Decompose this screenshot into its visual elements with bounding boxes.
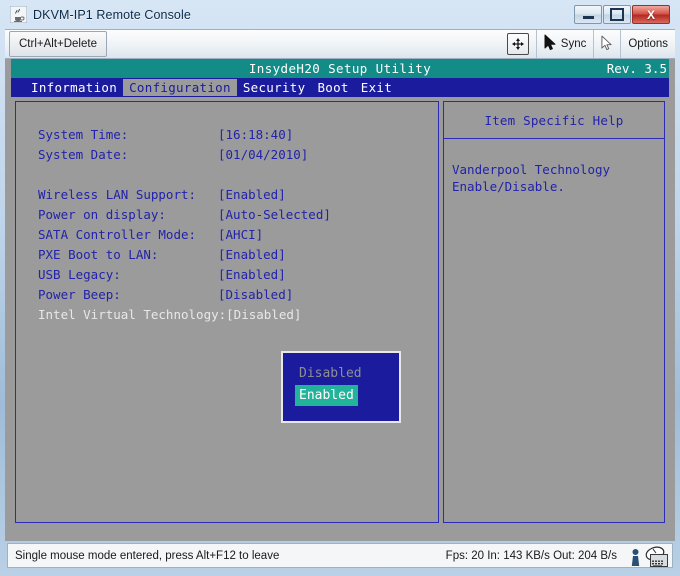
bios-menu-configuration[interactable]: Configuration <box>123 79 237 96</box>
table-row[interactable]: System Time:[16:18:40] <box>38 124 331 144</box>
mouse-pointer-icon <box>544 34 557 54</box>
minimize-button[interactable] <box>574 5 602 24</box>
title-bar: DKVM-IP1 Remote Console X <box>4 2 676 27</box>
options-pointer-icon-slot[interactable] <box>594 29 620 59</box>
status-icons <box>631 546 666 566</box>
setting-label: PXE Boot to LAN: <box>38 247 218 262</box>
window-controls: X <box>574 5 670 24</box>
bios-screen: InsydeH20 Setup Utility Rev. 3.5 Informa… <box>5 59 675 541</box>
bios-menu-bar: InformationConfigurationSecurityBootExit <box>11 78 669 97</box>
bios-menu-information[interactable]: Information <box>25 79 123 96</box>
ctrl-alt-delete-button[interactable]: Ctrl+Alt+Delete <box>9 31 107 57</box>
options-label: Options <box>628 38 668 50</box>
dropdown-option-disabled[interactable]: Disabled <box>295 363 366 384</box>
help-panel-title: Item Specific Help <box>444 102 664 139</box>
bios-revision: Rev. 3.5 <box>607 59 667 78</box>
table-row[interactable]: Intel Virtual Technology:[Disabled] <box>38 304 331 324</box>
setting-label: Power Beep: <box>38 287 218 302</box>
setting-value[interactable]: [Enabled] <box>218 267 286 282</box>
item-specific-help-panel: Item Specific Help Vanderpool Technology… <box>443 101 665 523</box>
keyboard-icon <box>650 554 668 567</box>
remote-console-window: DKVM-IP1 Remote Console X Ctrl+Alt+Delet… <box>0 0 680 576</box>
setting-label: System Time: <box>38 127 218 142</box>
sync-label: Sync <box>561 38 587 50</box>
dropdown-option-enabled[interactable]: Enabled <box>295 385 358 406</box>
setting-label: Wireless LAN Support: <box>38 187 218 202</box>
fit-to-screen-icon <box>507 33 529 55</box>
setting-value[interactable]: [16:18:40] <box>218 127 293 142</box>
table-row[interactable]: USB Legacy:[Enabled] <box>38 264 331 284</box>
help-panel-body: Vanderpool TechnologyEnable/Disable. <box>444 139 664 195</box>
options-button[interactable]: Options <box>621 29 675 59</box>
pointer-outline-icon <box>601 35 613 54</box>
setting-label: USB Legacy: <box>38 267 218 282</box>
setting-label: Power on display: <box>38 207 218 222</box>
bios-menu-security[interactable]: Security <box>237 79 312 96</box>
bios-menu-boot[interactable]: Boot <box>311 79 354 96</box>
user-icon <box>631 548 640 566</box>
table-row[interactable]: PXE Boot to LAN:[Enabled] <box>38 244 331 264</box>
bios-title: InsydeH20 Setup Utility <box>11 59 669 78</box>
status-bar: Single mouse mode entered, press Alt+F12… <box>7 543 673 568</box>
table-row[interactable]: Wireless LAN Support:[Enabled] <box>38 184 331 204</box>
table-row[interactable]: Power on display:[Auto-Selected] <box>38 204 331 224</box>
value-dropdown-popup[interactable]: DisabledEnabled <box>281 351 401 423</box>
setting-value[interactable]: [01/04/2010] <box>218 147 308 162</box>
window-title: DKVM-IP1 Remote Console <box>33 8 191 22</box>
close-button[interactable]: X <box>632 5 670 24</box>
dropdown-option-wrap: Disabled <box>295 362 399 384</box>
setting-value[interactable]: [Enabled] <box>218 247 286 262</box>
table-row[interactable]: SATA Controller Mode:[AHCI] <box>38 224 331 244</box>
sync-button[interactable]: Sync <box>537 29 594 59</box>
console-toolbar: Ctrl+Alt+Delete Sync <box>5 29 675 59</box>
bios-menu-exit[interactable]: Exit <box>355 79 398 96</box>
setting-value[interactable]: [Enabled] <box>218 187 286 202</box>
maximize-button[interactable] <box>603 5 631 24</box>
table-row[interactable]: Power Beep:[Disabled] <box>38 284 331 304</box>
java-cup-icon <box>10 6 27 23</box>
setting-value[interactable]: [Disabled] <box>226 307 301 322</box>
dropdown-option-wrap: Enabled <box>295 384 399 406</box>
settings-row-spacer <box>38 164 331 184</box>
setting-label: SATA Controller Mode: <box>38 227 218 242</box>
setting-label: System Date: <box>38 147 218 162</box>
bios-panels: System Time:[16:18:40]System Date:[01/04… <box>11 101 669 531</box>
help-text-line: Vanderpool Technology <box>452 161 656 178</box>
table-row[interactable]: System Date:[01/04/2010] <box>38 144 331 164</box>
settings-panel: System Time:[16:18:40]System Date:[01/04… <box>15 101 439 523</box>
status-message: Single mouse mode entered, press Alt+F12… <box>15 550 279 562</box>
setting-value[interactable]: [Disabled] <box>218 287 293 302</box>
mouse-icon <box>644 546 666 566</box>
setting-value[interactable]: [AHCI] <box>218 227 263 242</box>
setting-value[interactable]: [Auto-Selected] <box>218 207 331 222</box>
help-text-line: Enable/Disable. <box>452 178 656 195</box>
status-stats: Fps: 20 In: 143 KB/s Out: 204 B/s <box>446 550 617 562</box>
fit-to-screen-button[interactable] <box>500 29 536 59</box>
settings-rows: System Time:[16:18:40]System Date:[01/04… <box>38 124 331 324</box>
setting-label: Intel Virtual Technology: <box>38 307 226 322</box>
